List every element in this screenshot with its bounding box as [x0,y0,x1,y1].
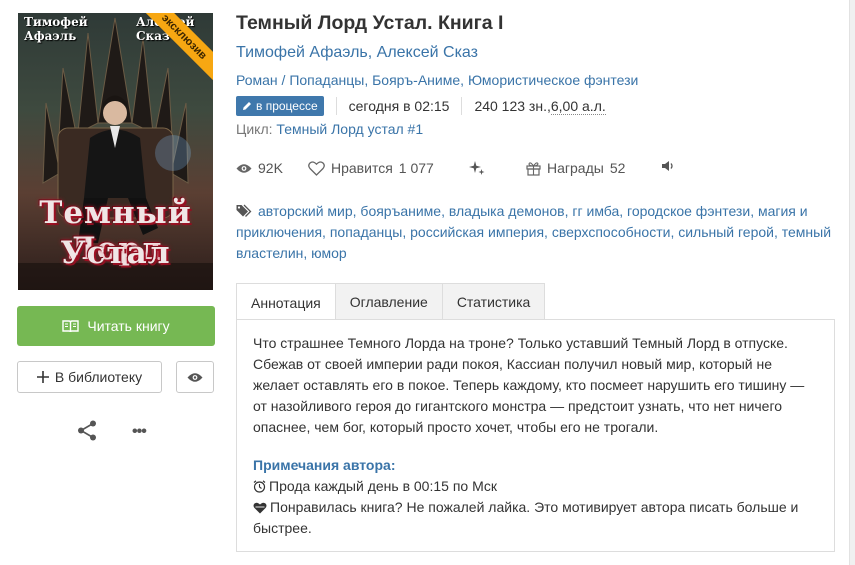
tag-separator: , [322,224,330,240]
more-options-icon[interactable]: ••• [132,423,147,441]
divider [461,97,463,115]
tag-link[interactable]: сверхспособности [552,224,671,240]
author-link[interactable]: Тимофей Афаэль [236,44,368,61]
read-book-label: Читать книгу [87,318,170,334]
awards-label: Награды [547,160,604,176]
book-size-sheets[interactable]: 6,00 а.л. [550,98,606,115]
status-label: в процессе [256,99,318,113]
book-cover[interactable]: Тимофей Афаэль Алексей Сказ Темный Лорд … [18,13,213,290]
tags-icon [236,204,252,217]
book-open-icon [62,319,80,332]
eye-icon [236,163,252,173]
alarm-clock-icon [253,480,266,493]
genre-link[interactable]: Юмористическое фэнтези [468,72,638,88]
watch-button[interactable] [176,361,214,393]
speaker-icon [662,161,673,171]
tab-contents[interactable]: Оглавление [334,283,443,320]
tag-separator: , [441,203,449,219]
add-to-library-label: В библиотеку [54,369,143,385]
tag-link[interactable]: гг имба [572,203,619,219]
book-authors: Тимофей Афаэль, Алексей Сказ [236,44,478,62]
awards-count: 52 [609,160,626,176]
tag-link[interactable]: городское фэнтези [627,203,750,219]
book-genres: Роман / Попаданцы, Бояръ-Аниме, Юмористи… [236,72,638,88]
content-tabs: Аннотация Оглавление Статистика [236,283,546,321]
heart-icon [253,502,267,514]
like-button[interactable]: Нравится 1 077 [308,160,434,176]
genre-link[interactable]: Бояръ-Аниме [372,72,460,88]
likes-label: Нравится [331,160,393,176]
author-notes-title: Примечания автора: [253,457,396,473]
eye-icon [187,372,203,382]
tag-separator: , [750,203,758,219]
genre-separator: / [277,72,290,88]
divider [335,97,337,115]
tag-link[interactable]: юмор [311,245,347,261]
book-cycle: Цикл: Темный Лорд устал #1 [236,121,423,137]
share-icon[interactable] [77,420,97,441]
likes-count: 1 077 [398,160,434,176]
author-note-text: Прода каждый день в 00:15 по Мск [269,478,498,494]
read-book-button[interactable]: Читать книгу [17,306,215,346]
book-size-chars: 240 123 зн., [474,98,551,114]
add-to-library-button[interactable]: В библиотеку [17,361,162,393]
heart-icon [308,160,325,176]
scrollbar-track[interactable] [849,0,855,565]
cover-title-line2: Устал [60,235,171,271]
genre-link[interactable]: Роман [236,72,278,88]
cycle-link[interactable]: Темный Лорд устал #1 [276,121,423,137]
cycle-label: Цикл: [236,121,277,137]
tag-list: авторский мир, бояръаниме, владыка демон… [236,201,836,264]
genre-link[interactable]: Попаданцы [289,72,364,88]
author-note: Прода каждый день в 00:15 по Мск [253,476,818,497]
author-note: Понравилась книга? Не пожалей лайка. Это… [253,497,818,539]
tag-link[interactable]: попаданцы [330,224,403,240]
tag-separator: , [544,224,552,240]
annotation-panel: Что страшнее Темного Лорда на троне? Тол… [236,319,835,552]
annotation-text: Что страшнее Темного Лорда на троне? Тол… [253,335,805,435]
tab-annotation[interactable]: Аннотация [236,283,336,321]
author-link[interactable]: Алексей Сказ [377,44,478,61]
updated-time: сегодня в 02:15 [348,98,450,114]
tag-link[interactable]: авторский мир [258,203,353,219]
views-stat: 92K [236,160,283,176]
book-meta: в процессе сегодня в 02:15 240 123 зн., … [236,95,606,117]
tag-separator: , [619,203,628,219]
genre-separator: , [460,72,468,88]
sparkles-button[interactable] [469,160,485,176]
plus-icon [36,371,49,383]
tag-link[interactable]: российская империя [410,224,544,240]
cover-author-left: Тимофей Афаэль [24,15,88,43]
tab-statistics[interactable]: Статистика [441,283,546,320]
views-count: 92K [258,160,283,176]
tag-link[interactable]: бояръаниме [360,203,441,219]
tag-link[interactable]: сильный герой [678,224,774,240]
author-note-text: Понравилась книга? Не пожалей лайка. Это… [253,499,799,536]
tag-link[interactable]: владыка демонов [449,203,565,219]
tag-separator: , [303,245,312,261]
book-title: Темный Лорд Устал. Книга I [236,12,504,34]
pencil-icon [243,102,251,110]
genre-separator: , [364,72,373,88]
status-badge: в процессе [236,96,324,116]
gift-icon [526,161,541,176]
author-separator: , [367,44,377,61]
sparkles-icon [469,161,485,175]
awards-button[interactable]: Награды 52 [526,160,625,176]
audio-button[interactable] [661,160,675,172]
tag-separator: , [773,224,782,240]
tag-separator: , [402,224,411,240]
